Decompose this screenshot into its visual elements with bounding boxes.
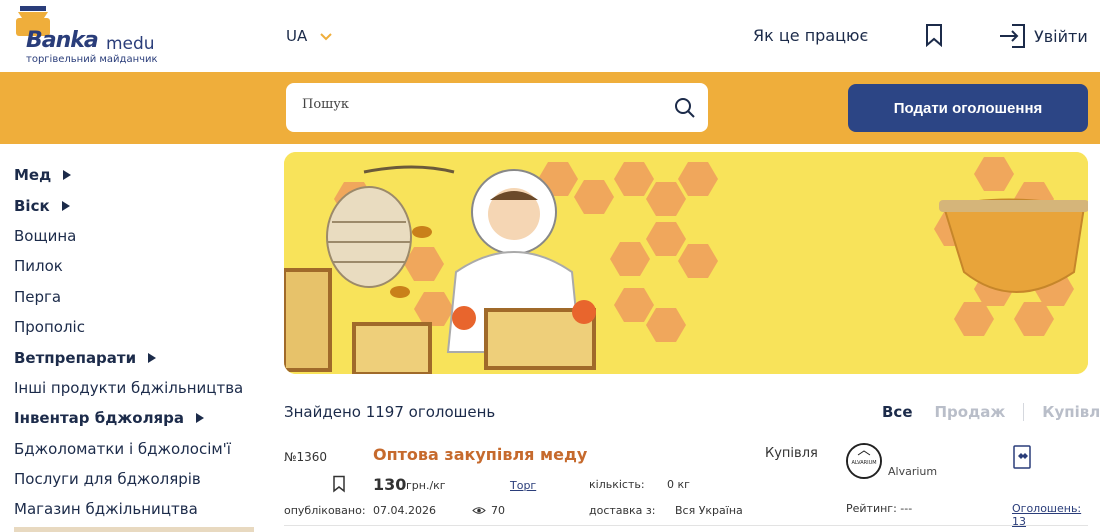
- seller-rating: Рейтинг: ---: [846, 502, 913, 515]
- views-counter: 70: [472, 504, 505, 517]
- published-label: опубліковано:: [284, 504, 366, 517]
- filter-sale[interactable]: Продаж: [935, 403, 1006, 421]
- search-input[interactable]: [302, 97, 662, 112]
- sidebar-item-label: Ветпрепарати: [14, 348, 137, 367]
- seller-logo-text: ALVARIUM: [851, 460, 876, 466]
- listing-number: №1360: [284, 450, 328, 464]
- sidebar-item-inventory[interactable]: Інвентар бджоляра: [14, 403, 264, 433]
- listing-price: 130: [373, 475, 407, 494]
- negotiable-link[interactable]: Торг: [510, 479, 536, 492]
- login-label: Увійти: [1034, 26, 1088, 46]
- caret-right-icon: [196, 413, 205, 424]
- beekeeper-illustration: [284, 152, 1088, 374]
- seller-ads-link[interactable]: Оголошень: 13: [1012, 502, 1088, 528]
- results-count: Знайдено 1197 оголошень: [284, 403, 496, 421]
- sidebar-item-label: Магазин бджільництва: [14, 500, 198, 519]
- published-date: 07.04.2026: [373, 504, 436, 517]
- sidebar-item-label: Віск: [14, 196, 50, 215]
- caret-right-icon: [148, 352, 157, 363]
- views-count: 70: [491, 504, 505, 517]
- quantity-label: кількість:: [589, 478, 645, 491]
- delivery-value: Вся Україна: [675, 504, 743, 517]
- filter-divider: [1023, 403, 1025, 421]
- bookmark-icon[interactable]: [925, 23, 943, 47]
- sidebar-item-label: Мед: [14, 166, 52, 185]
- sidebar-item-label: Перга: [14, 287, 62, 306]
- filter-buy[interactable]: Купівля: [1042, 403, 1100, 421]
- sidebar-item-foundation[interactable]: Вощина: [14, 221, 264, 251]
- seller-logo-icon: ALVARIUM: [848, 445, 880, 477]
- sidebar-item-services[interactable]: Послуги для бджолярів: [14, 464, 264, 494]
- sidebar-item-perga[interactable]: Перга: [14, 282, 264, 312]
- logo-wordmark: Banka: [26, 28, 99, 53]
- hero-banner[interactable]: [284, 152, 1088, 374]
- language-selector[interactable]: UA: [286, 27, 333, 45]
- sidebar-item-label: Прополіс: [14, 318, 85, 337]
- listing-row[interactable]: №1360 Оптова закупівля меду Купівля 130 …: [284, 440, 1088, 528]
- language-label: UA: [286, 27, 308, 45]
- seller-name[interactable]: Alvarium: [888, 465, 937, 478]
- sidebar-item-pollen[interactable]: Пилок: [14, 251, 264, 281]
- site-header: Banka medu торгівельний майданчик UA Як …: [0, 0, 1100, 72]
- sidebar-item-other-products[interactable]: Інші продукти бджільництва: [14, 373, 264, 403]
- sidebar-item-label: Послуги для бджолярів: [14, 470, 201, 489]
- sidebar-item-queens[interactable]: Бджоломатки і бджолосім'ї: [14, 434, 264, 464]
- category-sidebar: Мед Віск Вощина Пилок Перга Прополіс Вет…: [14, 160, 264, 525]
- listing-price-unit: грн./кг: [406, 479, 446, 492]
- post-ad-button[interactable]: Подати оголошення: [848, 84, 1088, 132]
- site-logo[interactable]: Banka medu торгівельний майданчик: [12, 6, 162, 68]
- eye-icon: [472, 507, 486, 514]
- logo-tagline: торгівельний майданчик: [26, 54, 158, 65]
- sidebar-item-shop[interactable]: Магазин бджільництва: [14, 494, 264, 524]
- sidebar-item-label: Пилок: [14, 257, 63, 276]
- sidebar-item-honey[interactable]: Мед: [14, 160, 264, 190]
- filter-all[interactable]: Все: [882, 403, 913, 421]
- caret-right-icon: [61, 200, 70, 211]
- logo-wordmark-sub: medu: [106, 34, 155, 54]
- how-it-works-link[interactable]: Як це працює: [753, 26, 868, 45]
- document-icon[interactable]: [1012, 444, 1034, 472]
- sidebar-item-vet[interactable]: Ветпрепарати: [14, 342, 264, 372]
- delivery-label: доставка з:: [589, 504, 656, 517]
- quantity-value: 0 кг: [667, 478, 690, 491]
- sidebar-item-label: Бджоломатки і бджолосім'ї: [14, 439, 231, 458]
- login-icon: [1000, 24, 1025, 48]
- sidebar-item-label: Інші продукти бджільництва: [14, 378, 244, 397]
- sidebar-promo-image[interactable]: [14, 527, 254, 532]
- chevron-down-icon: [320, 32, 332, 40]
- login-button[interactable]: Увійти: [998, 22, 1088, 50]
- search-icon[interactable]: [674, 97, 696, 119]
- sidebar-item-propolis[interactable]: Прополіс: [14, 312, 264, 342]
- listing-type: Купівля: [765, 446, 818, 461]
- listing-title[interactable]: Оптова закупівля меду: [373, 445, 587, 464]
- caret-right-icon: [63, 170, 72, 181]
- sidebar-item-label: Інвентар бджоляра: [14, 409, 185, 428]
- search-box: [286, 83, 708, 132]
- sidebar-item-wax[interactable]: Віск: [14, 190, 264, 220]
- seller-avatar[interactable]: ALVARIUM: [846, 443, 882, 479]
- bookmark-icon[interactable]: [332, 475, 346, 493]
- listing-type-filter: Все Продаж Купівля: [882, 403, 1100, 421]
- sidebar-item-label: Вощина: [14, 226, 77, 245]
